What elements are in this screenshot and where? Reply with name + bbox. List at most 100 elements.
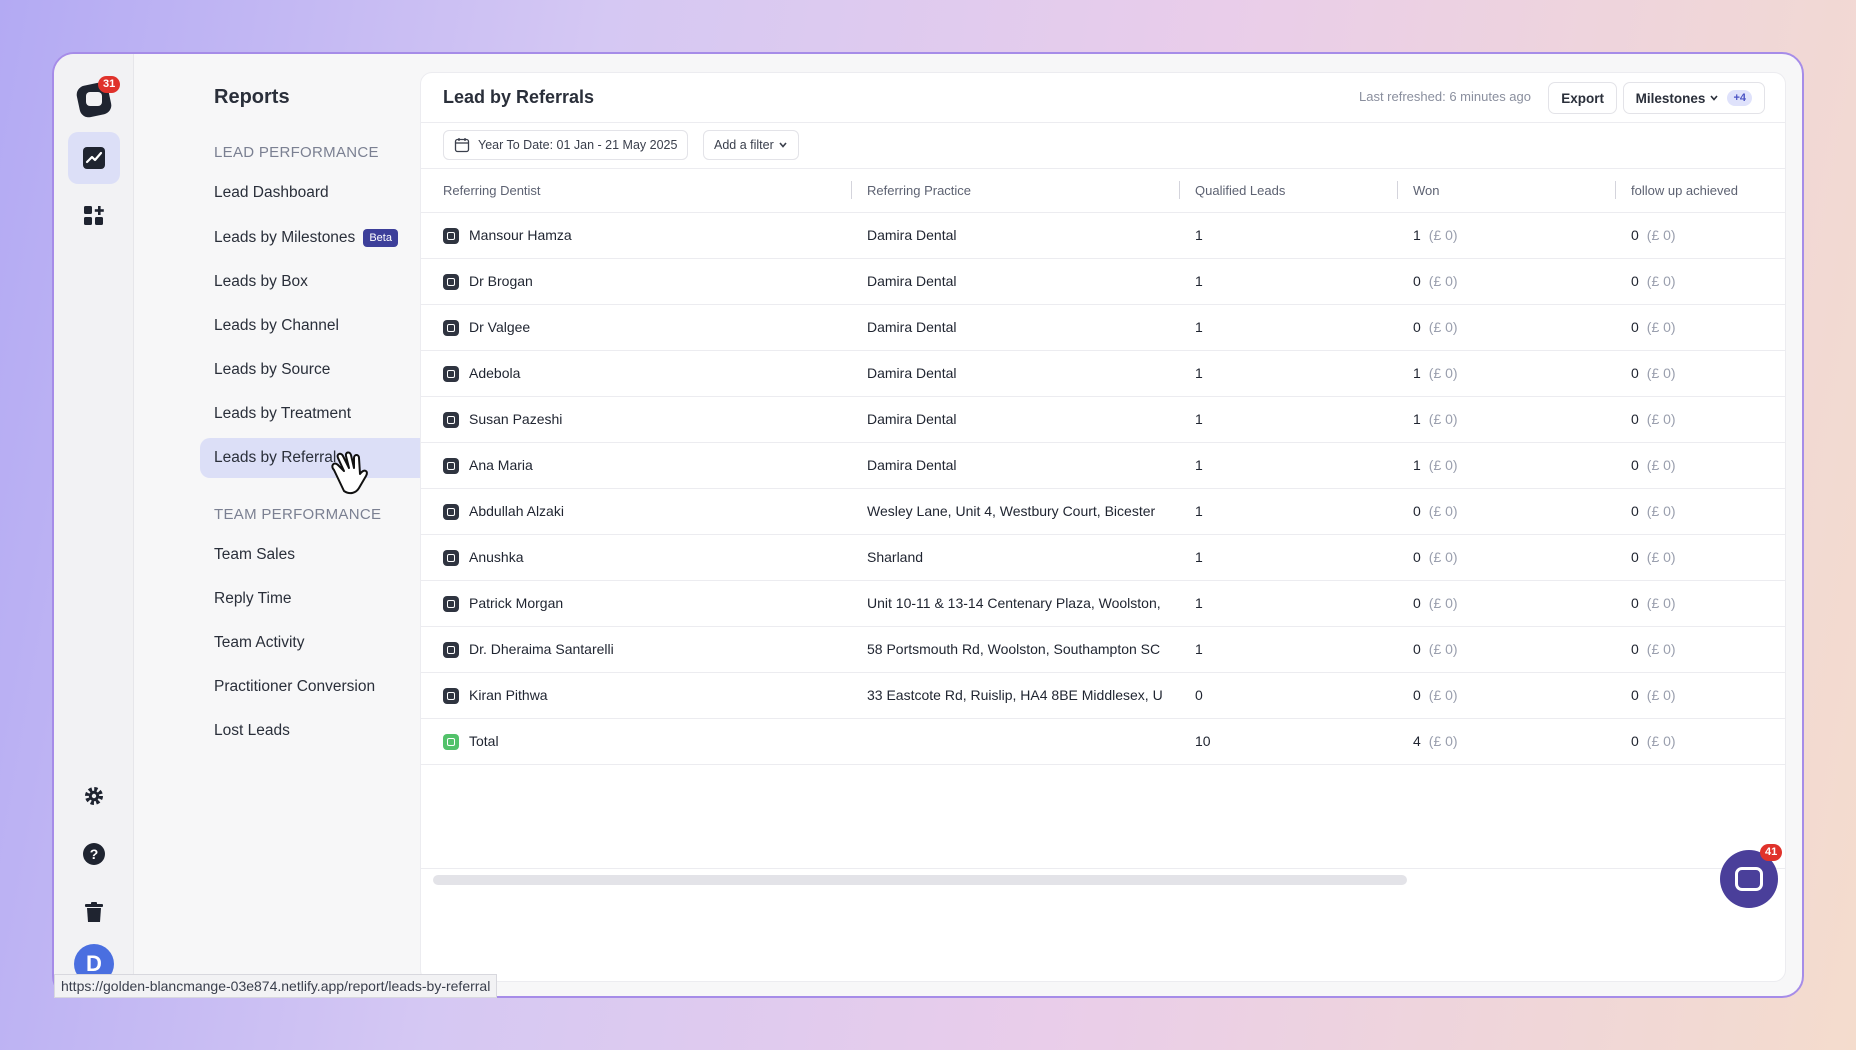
won-cell: 0 (£ 0) [1413,687,1458,703]
referring-dentist-cell[interactable]: Kiran Pithwa [469,687,799,703]
referring-practice-cell: Unit 10-11 & 13-14 Centenary Plaza, Wool… [867,595,1161,611]
follow-up-cell-count: 0 [1631,365,1639,381]
won-cell-count: 0 [1413,273,1421,289]
referring-dentist-cell[interactable]: Dr. Dheraima Santarelli [469,641,799,657]
column-header-qualified-leads[interactable]: Qualified Leads [1195,183,1285,198]
sidebar-item-leads-by-box[interactable]: Leads by Box [200,262,452,302]
total-label: Total [469,733,499,749]
qualified-leads-cell: 1 [1195,273,1203,289]
table-row[interactable]: Abdullah Alzaki Wesley Lane, Unit 4, West… [421,489,1785,535]
chat-bubble-icon [1735,867,1763,891]
gear-icon [85,787,103,805]
chat-launcher-button[interactable]: 41 [1720,844,1783,908]
sidebar-item-lead-dashboard[interactable]: Lead Dashboard [200,173,452,213]
referring-practice-cell: Damira Dental [867,273,957,289]
sidebar-item-practitioner-conversion[interactable]: Practitioner Conversion [200,667,452,707]
qualified-leads-cell: 1 [1195,319,1203,335]
table-row[interactable]: Dr Brogan Damira Dental 1 0 (£ 0) 0 (£ 0) [421,259,1785,305]
column-resizer[interactable] [1397,181,1398,199]
page-title: Lead by Referrals [443,87,595,107]
referring-dentist-cell[interactable]: Dr Brogan [469,273,799,289]
sidebar-item-team-activity[interactable]: Team Activity [200,623,452,663]
table-row[interactable]: Mansour Hamza Damira Dental 1 1 (£ 0) 0 (£ 0) [421,213,1785,259]
notification-badge: 31 [98,76,121,93]
referring-dentist-cell[interactable]: Patrick Morgan [469,595,799,611]
column-resizer[interactable] [851,181,852,199]
table-row[interactable]: Adebola Damira Dental 1 1 (£ 0) 0 (£ 0) [421,351,1785,397]
column-header-follow-up-achieved[interactable]: follow up achieved [1631,183,1738,198]
referring-dentist-cell[interactable]: Adebola [469,365,799,381]
follow-up-cell: 0 (£ 0) [1631,549,1676,565]
table-row[interactable]: Patrick Morgan Unit 10-11 & 13-14 Centena… [421,581,1785,627]
contact-card-icon [443,688,459,704]
apps-nav-button[interactable] [68,190,120,242]
column-resizer[interactable] [1615,181,1616,199]
chevron-down-icon [1710,95,1719,101]
table-row[interactable]: Anushka Sharland 1 0 (£ 0) 0 (£ 0) [421,535,1785,581]
won-cell: 0 (£ 0) [1413,273,1458,289]
column-header-referring-practice[interactable]: Referring Practice [867,183,971,198]
milestones-dropdown[interactable]: Milestones +4 [1622,82,1765,114]
referring-practice-cell: 33 Eastcote Rd, Ruislip, HA4 8BE Middles… [867,687,1163,703]
table-row[interactable]: Susan Pazeshi Damira Dental 1 1 (£ 0) 0 (£ 0) [421,397,1785,443]
follow-up-cell: 0 (£ 0) [1631,503,1676,519]
sidebar-item-label: Leads by Source [214,361,331,378]
won-cell-amount: (£ 0) [1428,503,1458,519]
reports-nav-button[interactable] [68,132,120,184]
date-range-filter[interactable]: Year To Date: 01 Jan - 21 May 2025 [443,130,689,160]
follow-up-cell: 0 (£ 0) [1631,273,1676,289]
referring-dentist-cell[interactable]: Mansour Hamza [469,227,799,243]
won-cell-count: 0 [1413,549,1421,565]
referring-dentist-cell[interactable]: Dr Valgee [469,319,799,335]
table-row[interactable]: Dr Valgee Damira Dental 1 0 (£ 0) 0 (£ 0) [421,305,1785,351]
table-row[interactable]: Ana Maria Damira Dental 1 1 (£ 0) 0 (£ 0) [421,443,1785,489]
sidebar-item-leads-by-treatment[interactable]: Leads by Treatment [200,394,452,434]
follow-up-cell: 0 (£ 0) [1631,227,1676,243]
contact-card-icon [443,642,459,658]
follow-up-cell-count: 0 [1631,549,1639,565]
sidebar-item-label: Lead Dashboard [214,184,329,201]
won-cell-amount: (£ 0) [1428,227,1458,243]
column-resizer[interactable] [1179,181,1180,199]
won-cell-amount: (£ 0) [1428,595,1458,611]
qualified-leads-cell: 1 [1195,457,1203,473]
sidebar-item-leads-by-channel[interactable]: Leads by Channel [200,306,452,346]
help-icon: ? [83,843,105,865]
referring-practice-cell: Damira Dental [867,319,957,335]
section-label-lead-performance: LEAD PERFORMANCE [214,144,379,161]
referring-dentist-cell[interactable]: Susan Pazeshi [469,411,799,427]
follow-up-cell-count: 0 [1631,227,1639,243]
referring-dentist-cell[interactable]: Ana Maria [469,457,799,473]
sidebar-item-leads-by-source[interactable]: Leads by Source [200,350,452,390]
won-cell-count: 0 [1413,503,1421,519]
sidebar-item-team-sales[interactable]: Team Sales [200,535,452,575]
follow-up-cell-count: 0 [1631,503,1639,519]
chevron-down-icon [779,142,787,148]
column-header-referring-dentist[interactable]: Referring Dentist [443,183,541,198]
help-button[interactable]: ? [68,828,120,880]
won-cell-count: 1 [1413,365,1421,381]
app-logo-icon[interactable]: 31 [75,76,121,119]
horizontal-scrollbar[interactable] [433,875,1407,885]
status-bar-url: https://golden-blancmange-03e874.netlify… [54,974,498,998]
sidebar-item-reply-time[interactable]: Reply Time [200,579,452,619]
follow-up-cell-amount: (£ 0) [1646,227,1676,243]
settings-button[interactable] [68,770,120,822]
sidebar-item-label: Reply Time [214,590,292,607]
won-cell-amount: (£ 0) [1428,457,1458,473]
add-filter-button[interactable]: Add a filter [703,130,799,160]
column-header-won[interactable]: Won [1413,183,1440,198]
table-row[interactable]: Dr. Dheraima Santarelli 58 Portsmouth Rd,… [421,627,1785,673]
sidebar-item-leads-by-milestones[interactable]: Leads by Milestones Beta [200,218,452,258]
trash-button[interactable] [68,886,120,938]
table-row[interactable]: Kiran Pithwa 33 Eastcote Rd, Ruislip, HA4… [421,673,1785,719]
won-cell-amount: (£ 0) [1428,687,1458,703]
referring-dentist-cell[interactable]: Anushka [469,549,799,565]
contact-card-icon [443,366,459,382]
follow-up-cell-count: 0 [1631,687,1639,703]
sidebar-item-lost-leads[interactable]: Lost Leads [200,711,452,751]
total-won-cell: 4 (£ 0) [1413,733,1458,749]
won-cell-amount: (£ 0) [1428,273,1458,289]
export-button[interactable]: Export [1548,82,1617,114]
referring-dentist-cell[interactable]: Abdullah Alzaki [469,503,799,519]
